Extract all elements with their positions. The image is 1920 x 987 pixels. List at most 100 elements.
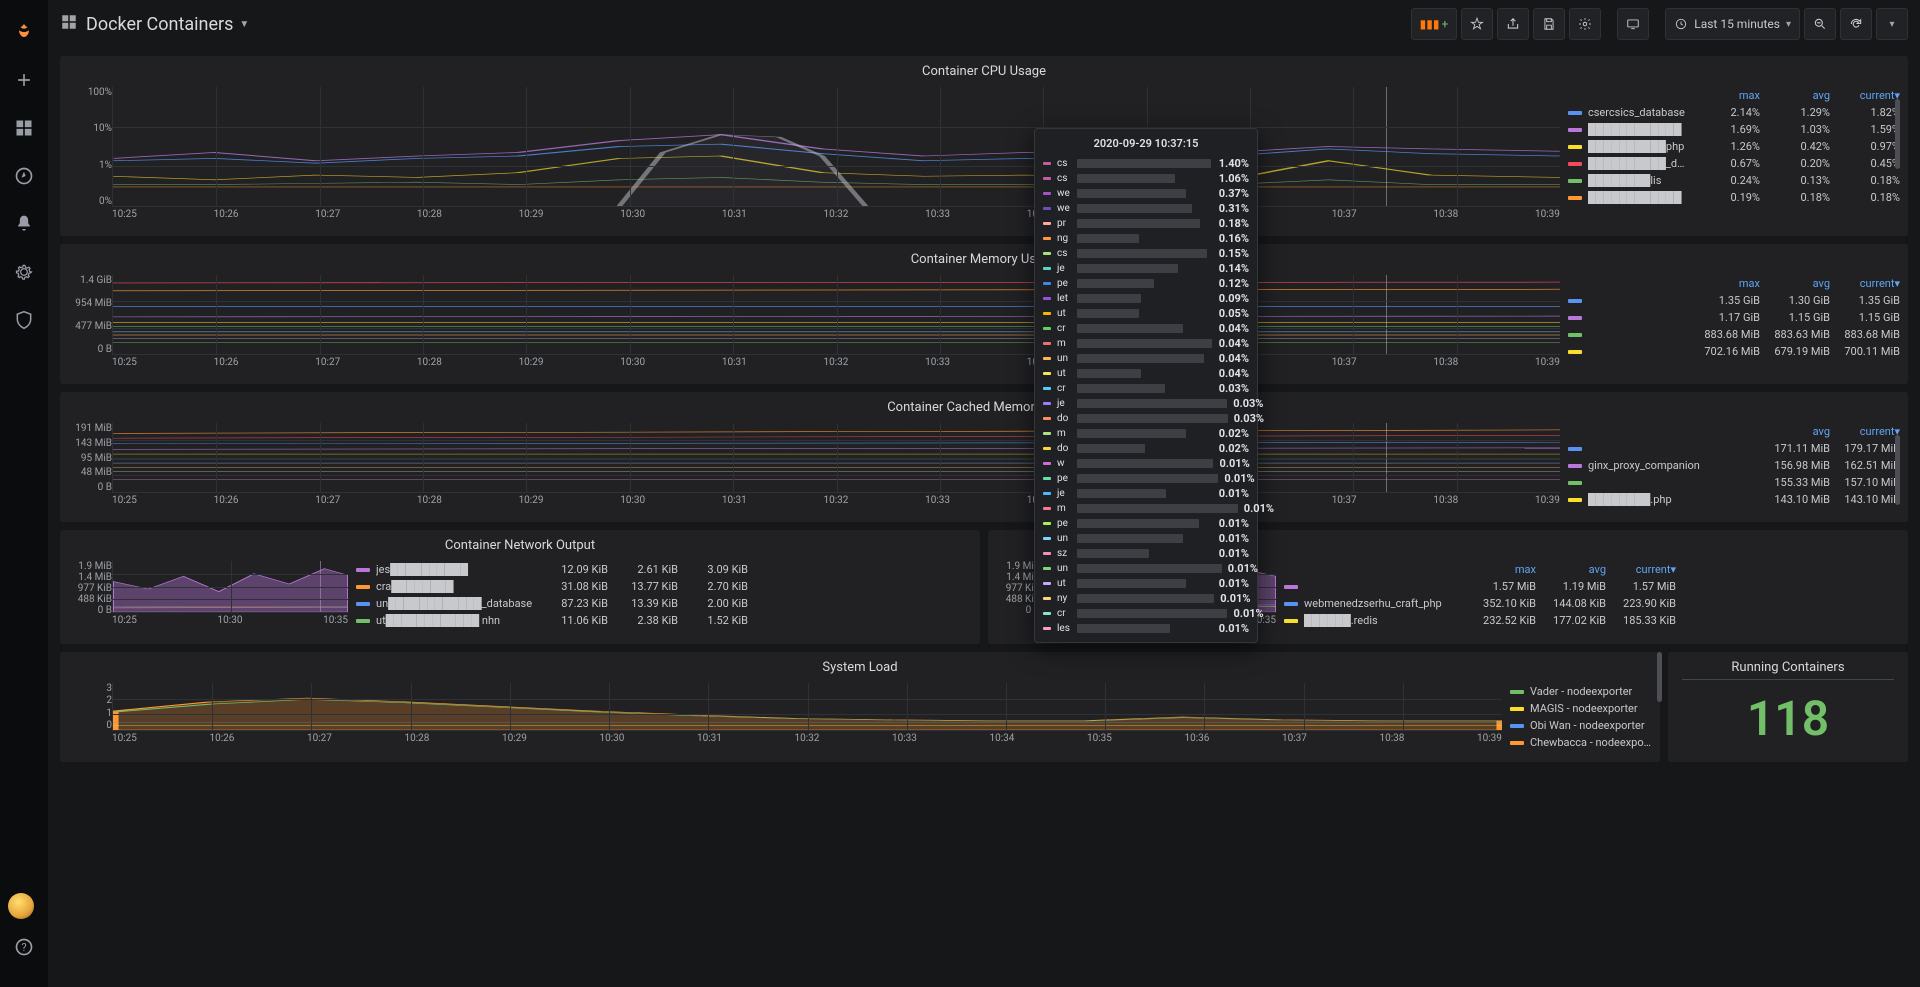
dashboard-icon[interactable] (60, 13, 78, 35)
grafana-logo[interactable] (8, 16, 40, 48)
legend-item[interactable]: 883.68 MiB883.63 MiB883.68 MiB (1568, 326, 1900, 343)
tooltip-row: m0.04% (1035, 336, 1257, 351)
legend-network-input: max avg current▾ 1.57 MiB1.19 MiB1.57 Mi… (1276, 561, 1676, 631)
chart-cpu[interactable]: 100%10%1%0% 10:2510:2610:2710:2810:2910:… (68, 87, 1560, 225)
panel-memory: Container Memory Usage 1.4 GiB954 MiB477… (60, 244, 1908, 384)
tooltip-row: cr0.01% (1035, 606, 1257, 621)
tooltip-row: we0.37% (1035, 186, 1257, 201)
tooltip-row: je0.14% (1035, 261, 1257, 276)
legend-cached-memory: avg current▾ 171.11 MiB179.17 MiBginx_pr… (1560, 423, 1900, 511)
apps-icon[interactable] (8, 112, 40, 144)
legend-item[interactable]: MAGIS - nodeexporter (1510, 700, 1652, 717)
legend-item[interactable]: 1.57 MiB1.19 MiB1.57 MiB (1284, 578, 1676, 595)
tooltip-row: cr0.03% (1035, 381, 1257, 396)
tooltip-row: pe0.12% (1035, 276, 1257, 291)
legend-item[interactable]: 1.17 GiB1.15 GiB1.15 GiB (1568, 309, 1900, 326)
bell-icon[interactable] (8, 208, 40, 240)
tooltip-row: un0.01% (1035, 561, 1257, 576)
scrollbar[interactable] (1895, 435, 1900, 505)
legend-item[interactable]: ginx_proxy_companion156.98 MiB162.51 MiB (1568, 457, 1900, 474)
refresh-button[interactable] (1840, 8, 1872, 40)
help-icon[interactable]: ? (8, 931, 40, 963)
refresh-interval-button[interactable]: ▾ (1876, 8, 1908, 40)
tooltip-row: cs1.40% (1035, 156, 1257, 171)
settings-button[interactable] (1569, 8, 1601, 40)
panel-title[interactable]: Running Containers (1668, 652, 1908, 679)
tv-mode-button[interactable] (1617, 8, 1649, 40)
scrollbar[interactable] (1895, 99, 1900, 169)
tooltip-row: pe0.01% (1035, 471, 1257, 486)
legend-item[interactable]: Vader - nodeexporter (1510, 683, 1652, 700)
legend-item[interactable]: un████████████_database87.23 KiB13.39 Ki… (356, 595, 748, 612)
tooltip-row: ng0.16% (1035, 231, 1257, 246)
chart-system-load[interactable]: 3210 10:2510:2610:2710:2810:2910:3010:31… (68, 683, 1502, 749)
tooltip-row: ut0.05% (1035, 306, 1257, 321)
explore-icon[interactable] (8, 160, 40, 192)
tooltip-row: cs0.15% (1035, 246, 1257, 261)
chevron-down-icon: ▼ (239, 19, 249, 30)
legend-system-load: Vader - nodeexporterMAGIS - nodeexporter… (1502, 683, 1652, 749)
tooltip-row: do0.02% (1035, 441, 1257, 456)
panel-title[interactable]: Container Cached Memory Usage (60, 392, 1908, 419)
legend-item[interactable]: csercsics_database2.14%1.29%1.82% (1568, 104, 1900, 121)
tooltip-row: un0.01% (1035, 531, 1257, 546)
legend-memory: max avg current▾ 1.35 GiB1.30 GiB1.35 Gi… (1560, 275, 1900, 373)
legend-item[interactable]: ████████████0.19%0.18%0.18% (1568, 189, 1900, 206)
legend-item[interactable]: Obi Wan - nodeexporter (1510, 717, 1652, 734)
zoom-out-button[interactable] (1804, 8, 1836, 40)
tooltip-row: sz0.01% (1035, 546, 1257, 561)
tooltip-row: let0.09% (1035, 291, 1257, 306)
chevron-down-icon: ▾ (1786, 19, 1791, 30)
tooltip-row: m0.02% (1035, 426, 1257, 441)
panel-cached-memory: Container Cached Memory Usage 191 MiB143… (60, 392, 1908, 522)
star-button[interactable] (1461, 8, 1493, 40)
tooltip-row: we0.31% (1035, 201, 1257, 216)
legend-item[interactable]: cra████████31.08 KiB13.77 KiB2.70 KiB (356, 578, 748, 595)
legend-item[interactable]: ██████.redis232.52 KiB177.02 KiB185.33 K… (1284, 612, 1676, 629)
shield-icon[interactable] (8, 304, 40, 336)
chart-cached-memory[interactable]: 191 MiB143 MiB95 MiB48 MiB0 B (68, 423, 1560, 511)
save-button[interactable] (1533, 8, 1565, 40)
chart-memory[interactable]: 1.4 GiB954 MiB477 MiB0 B (68, 275, 1560, 373)
legend-item[interactable]: ████████lis0.24%0.13%0.18% (1568, 172, 1900, 189)
panel-title[interactable]: Container Memory Usage (60, 244, 1908, 271)
tooltip-row: un0.04% (1035, 351, 1257, 366)
panel-title[interactable]: System Load (60, 652, 1660, 679)
legend-item[interactable]: ██████████php1.26%0.42%0.97% (1568, 138, 1900, 155)
sidebar: ? (0, 0, 48, 987)
tooltip-row: ny0.01% (1035, 591, 1257, 606)
legend-item[interactable]: ██████████_database0.67%0.20%0.45% (1568, 155, 1900, 172)
panel-running-containers: Running Containers 118 (1668, 652, 1908, 762)
legend-item[interactable]: ut████████████ nhn11.06 KiB2.38 KiB1.52 … (356, 612, 748, 629)
legend-item[interactable]: 171.11 MiB179.17 MiB (1568, 440, 1900, 457)
plus-icon[interactable] (8, 64, 40, 96)
tooltip-row: pe0.01% (1035, 516, 1257, 531)
legend-item[interactable]: webmenedzserhu_craft_php352.10 KiB144.08… (1284, 595, 1676, 612)
legend-item[interactable]: 1.35 GiB1.30 GiB1.35 GiB (1568, 292, 1900, 309)
panel-network-output: Container Network Output 1.9 MiB1.4 MiB9… (60, 530, 980, 644)
chart-network-output[interactable]: 1.9 MiB1.4 MiB977 KiB488 KiB0 B 10:2510:… (68, 561, 348, 631)
share-button[interactable] (1497, 8, 1529, 40)
legend-item[interactable]: ████████████1.69%1.03%1.59% (1568, 121, 1900, 138)
running-containers-value: 118 (1668, 680, 1908, 761)
legend-item[interactable]: jes██████████12.09 KiB2.61 KiB3.09 KiB (356, 561, 748, 578)
legend-item[interactable]: ████████.php143.10 MiB143.10 MiB (1568, 491, 1900, 508)
dashboard-title[interactable]: Docker Containers ▼ (86, 14, 249, 35)
svg-text:?: ? (21, 941, 26, 954)
legend-network-output: jes██████████12.09 KiB2.61 KiB3.09 KiBcr… (348, 561, 748, 631)
panel-cpu: Container CPU Usage 100%10%1%0% 10:2510:… (60, 56, 1908, 236)
legend-item[interactable]: 155.33 MiB157.10 MiB (1568, 474, 1900, 491)
tooltip-row: les0.01% (1035, 621, 1257, 636)
time-picker[interactable]: Last 15 minutes ▾ (1665, 8, 1800, 40)
legend-item[interactable]: 702.16 MiB679.19 MiB700.11 MiB (1568, 343, 1900, 360)
scrollbar[interactable] (1657, 652, 1662, 702)
content: Container CPU Usage 100%10%1%0% 10:2510:… (48, 48, 1920, 987)
legend-item[interactable]: Chewbacca - nodeexporter (1510, 734, 1652, 751)
gear-icon[interactable] (8, 256, 40, 288)
avatar[interactable] (8, 893, 34, 919)
tooltip-row: ut0.01% (1035, 576, 1257, 591)
add-panel-button[interactable]: ▮▮▮+ (1411, 8, 1458, 40)
panel-title[interactable]: Container Network Output (60, 530, 980, 557)
sidebar-footer: ? (8, 893, 40, 971)
panel-title[interactable]: Container CPU Usage (60, 56, 1908, 83)
